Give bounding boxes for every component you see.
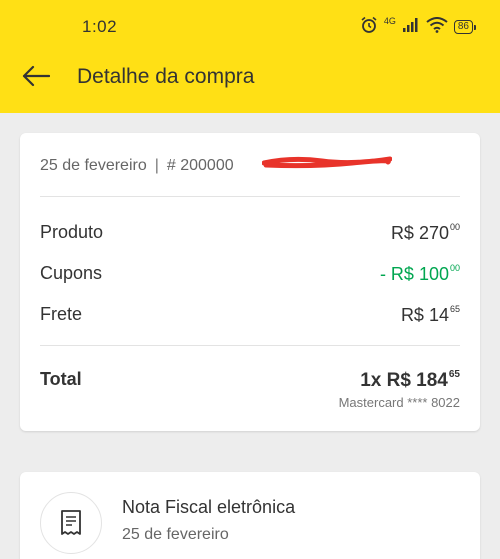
row-label-frete: Frete [40,304,83,324]
app-bar: Detalhe da compra [0,40,500,113]
purchase-summary-card: 25 de fevereiro | # 200000 Produto R$ 2700… [20,133,480,431]
value-main: R$ 270 [390,223,449,243]
status-icons: 4G 86 [360,16,476,38]
total-value: 1x R$ 18465 [360,369,460,392]
invoice-title: Nota Fiscal eletrônica [122,497,296,517]
redaction-scribble [262,156,392,169]
arrow-left-icon [22,65,51,92]
purchase-meta: 25 de fevereiro | # 200000 [40,157,234,175]
value-main: 1x R$ 184 [360,370,448,391]
purchase-date: 25 de fevereiro [40,157,147,174]
status-bar: 1:02 4G 86 [0,0,500,40]
row-label-produto: Produto [40,222,104,242]
order-number: # 200000 [166,157,234,174]
value-cents: 65 [448,369,460,380]
value-main: R$ 14 [400,305,449,325]
signal-icon [402,17,420,38]
row-value-frete: R$ 1465 [401,304,460,326]
alarm-icon [360,16,378,39]
invoice-date: 25 de fevereiro [122,526,229,543]
invoice-card[interactable]: Nota Fiscal eletrônica 25 de fevereiro [20,472,480,559]
battery-icon: 86 [453,20,476,34]
total-label: Total [40,369,82,389]
back-button[interactable] [18,60,54,96]
value-main: - R$ 100 [379,264,449,284]
top-bar: 1:02 4G 86 Detalhe da compra [0,0,500,113]
divider [40,196,460,197]
divider [40,345,460,346]
value-cents: 00 [449,222,460,232]
row-label-cupons: Cupons [40,263,103,283]
status-time: 1:02 [82,17,118,36]
row-value-produto: R$ 27000 [391,222,460,244]
value-cents: 65 [449,304,460,314]
meta-separator: | [154,157,159,174]
value-cents: 00 [449,263,460,273]
payment-method: Mastercard **** 8022 [338,395,460,410]
network-type: 4G [383,16,396,26]
wifi-icon [426,16,448,38]
receipt-icon [40,492,102,554]
battery-level: 86 [453,20,473,34]
page-title: Detalhe da compra [77,65,255,88]
row-value-cupons: - R$ 10000 [380,263,460,285]
